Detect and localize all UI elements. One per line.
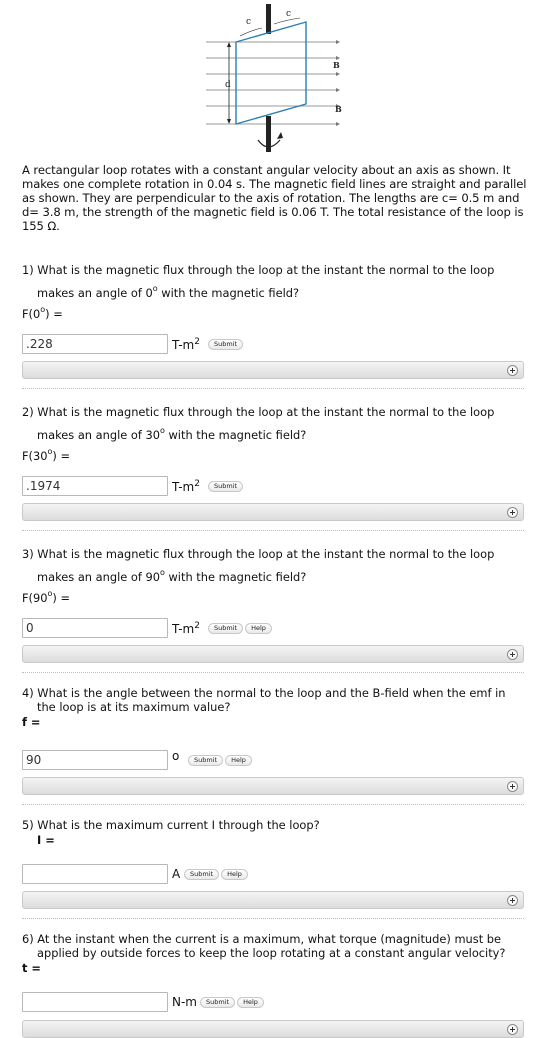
question-4-input[interactable]: [22, 750, 168, 770]
question-2-input[interactable]: [22, 476, 168, 496]
question-2-answer-row: T-m2 Submit: [22, 476, 244, 496]
question-1-submit-button[interactable]: Submit: [208, 338, 244, 350]
question-4-text: 4) What is the angle between the normal …: [22, 686, 506, 714]
question-3-input[interactable]: [22, 618, 168, 638]
question-1-input[interactable]: [22, 334, 168, 354]
question-3-variable: F(90o) =: [22, 588, 71, 605]
rotating-loop-figure: d c c B B: [206, 4, 342, 152]
divider: [22, 388, 524, 389]
question-3-unit: T-m2: [172, 620, 200, 636]
question-3-feedback-bar[interactable]: [22, 645, 524, 663]
question-6-help-button[interactable]: Help: [237, 996, 264, 1008]
question-3-help-button[interactable]: Help: [245, 622, 272, 634]
question-5: 5) What is the maximum current I through…: [22, 818, 528, 909]
question-5-input[interactable]: [22, 864, 168, 884]
question-4: 4) What is the angle between the normal …: [22, 686, 528, 795]
label-c1: c: [246, 17, 251, 27]
question-2-submit-button[interactable]: Submit: [208, 480, 244, 492]
question-1-feedback-bar[interactable]: [22, 361, 524, 379]
question-4-answer-row: o Submit Help: [22, 749, 252, 770]
expand-plus-icon[interactable]: [507, 1024, 518, 1035]
question-4-variable: f =: [22, 715, 41, 729]
label-c2: c: [286, 9, 291, 19]
question-6-feedback-bar[interactable]: [22, 1020, 524, 1038]
question-5-answer-row: A Submit Help: [22, 864, 248, 884]
question-4-unit: o: [172, 749, 180, 763]
divider: [22, 672, 524, 673]
question-4-help-button[interactable]: Help: [225, 754, 252, 766]
question-2-text: 2) What is the magnetic flux through the…: [22, 405, 495, 442]
question-2-feedback-bar[interactable]: [22, 503, 524, 521]
question-3: 3) What is the magnetic flux through the…: [22, 544, 528, 663]
expand-plus-icon[interactable]: [507, 895, 518, 906]
expand-plus-icon[interactable]: [507, 781, 518, 792]
question-3-text: 3) What is the magnetic flux through the…: [22, 547, 495, 584]
expand-plus-icon[interactable]: [507, 365, 518, 376]
question-3-submit-button[interactable]: Submit: [208, 622, 244, 634]
divider: [22, 804, 524, 805]
question-6-answer-row: N-m Submit Help: [22, 992, 264, 1012]
question-3-answer-row: T-m2 Submit Help: [22, 618, 272, 638]
question-1-answer-row: T-m2 Submit: [22, 334, 244, 354]
expand-plus-icon[interactable]: [507, 507, 518, 518]
question-6-text: 6) At the instant when the current is a …: [22, 932, 506, 960]
question-1-text: 1) What is the magnetic flux through the…: [22, 263, 495, 300]
question-2: 2) What is the magnetic flux through the…: [22, 402, 528, 521]
expand-plus-icon[interactable]: [507, 649, 518, 660]
question-5-feedback-bar[interactable]: [22, 891, 524, 909]
question-5-submit-button[interactable]: Submit: [184, 868, 220, 880]
question-6: 6) At the instant when the current is a …: [22, 932, 528, 1038]
question-6-input[interactable]: [22, 992, 168, 1012]
question-1-variable: F(0o) =: [22, 304, 63, 321]
question-2-variable: F(30o) =: [22, 446, 71, 463]
question-1-unit: T-m2: [172, 336, 200, 352]
question-5-variable: I =: [37, 833, 55, 847]
problem-statement: A rectangular loop rotates with a consta…: [22, 163, 527, 233]
axis-top: [266, 4, 271, 34]
label-b1: B: [333, 60, 340, 70]
question-4-feedback-bar[interactable]: [22, 777, 524, 795]
question-5-unit: A: [172, 867, 181, 881]
question-6-unit: N-m: [172, 995, 197, 1009]
divider: [22, 918, 524, 919]
question-2-unit: T-m2: [172, 478, 200, 494]
question-5-help-button[interactable]: Help: [221, 868, 248, 880]
question-5-text: 5) What is the maximum current I through…: [22, 818, 320, 832]
loop: [235, 21, 307, 125]
question-4-submit-button[interactable]: Submit: [188, 754, 224, 766]
divider: [22, 530, 524, 531]
label-d: d: [225, 80, 231, 90]
label-b2: B: [335, 104, 342, 114]
question-6-submit-button[interactable]: Submit: [200, 996, 236, 1008]
question-6-variable: t =: [22, 961, 41, 975]
question-1: 1) What is the magnetic flux through the…: [22, 260, 528, 379]
